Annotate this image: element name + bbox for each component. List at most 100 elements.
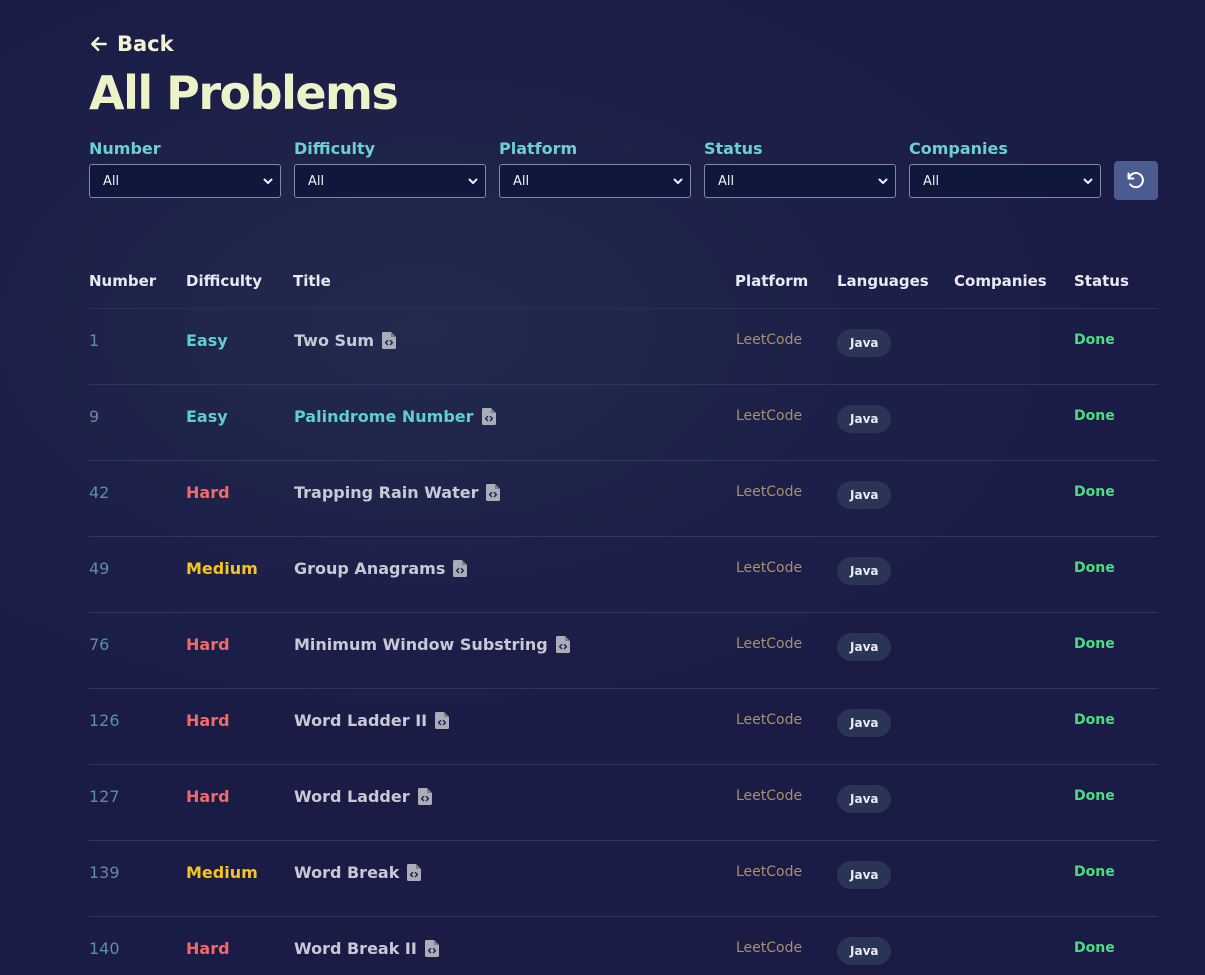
status-label: Done [1074,636,1115,652]
file-code-icon [486,484,501,501]
file-code-icon [407,864,422,881]
page-title: All Problems [89,66,399,120]
platform-label: LeetCode [736,712,803,728]
header-status[interactable]: Status [1074,272,1129,290]
header-difficulty[interactable]: Difficulty [186,272,262,290]
filter-companies-value: All [923,173,940,189]
file-code-icon [481,408,496,425]
chevron-down-icon [1083,178,1093,184]
file-code-icon [424,940,439,957]
filter-platform-value: All [513,173,530,189]
problem-title-link[interactable]: Trapping Rain Water [294,483,501,502]
filter-status-label: Status [704,139,763,158]
language-badge: Java [837,557,892,585]
language-badge: Java [837,405,892,433]
problem-number: 9 [89,407,100,426]
language-badge: Java [837,481,892,509]
platform-label: LeetCode [736,636,803,652]
arrow-left-icon [91,36,107,52]
header-number[interactable]: Number [89,272,156,290]
problem-title-link[interactable]: Two Sum [294,331,397,350]
problem-title-link[interactable]: Minimum Window Substring [294,635,570,654]
page: Back All Problems Number All Difficulty … [0,0,1205,975]
header-languages[interactable]: Languages [837,272,929,290]
problem-title-link[interactable]: Word Break II [294,939,439,958]
filter-difficulty: Difficulty All [294,138,486,198]
problem-number: 140 [89,939,120,958]
back-label: Back [117,32,174,56]
chevron-down-icon [673,178,683,184]
table-row[interactable]: 140 Hard Word Break II LeetCode Java Done [89,917,1158,975]
problem-title-link[interactable]: Word Ladder [294,787,432,806]
platform-label: LeetCode [736,788,803,804]
table-header: Number Difficulty Title Platform Languag… [89,262,1158,309]
file-code-icon [382,332,397,349]
problem-number: 49 [89,559,110,578]
header-platform[interactable]: Platform [735,272,808,290]
language-badge: Java [837,785,892,813]
problem-title-link[interactable]: Palindrome Number [294,407,496,426]
header-companies[interactable]: Companies [954,272,1047,290]
difficulty-label: Hard [186,635,230,654]
filter-companies-select[interactable]: All [909,164,1101,198]
problem-title: Minimum Window Substring [294,635,548,654]
filter-number: Number All [89,138,281,198]
problem-title: Word Break [294,863,400,882]
filter-companies: Companies All [909,138,1101,198]
table-row[interactable]: 9 Easy Palindrome Number LeetCode Java Done [89,385,1158,461]
language-badge: Java [837,633,892,661]
reset-filters-button[interactable] [1114,161,1158,200]
difficulty-label: Medium [186,559,258,578]
filter-platform-select[interactable]: All [499,164,691,198]
problem-number: 42 [89,483,110,502]
status-label: Done [1074,788,1115,804]
filter-number-select[interactable]: All [89,164,281,198]
problems-table: Number Difficulty Title Platform Languag… [89,262,1158,975]
table-row[interactable]: 127 Hard Word Ladder LeetCode Java Done [89,765,1158,841]
problem-number: 1 [89,331,100,350]
problem-title-link[interactable]: Word Break [294,863,422,882]
header-title[interactable]: Title [293,272,331,290]
language-badge: Java [837,861,892,889]
status-label: Done [1074,864,1115,880]
difficulty-label: Hard [186,483,230,502]
problem-title-link[interactable]: Group Anagrams [294,559,468,578]
language-badge: Java [837,709,892,737]
problem-title: Word Break II [294,939,417,958]
back-link[interactable]: Back [89,32,174,56]
file-code-icon [417,788,432,805]
platform-label: LeetCode [736,560,803,576]
filter-status-select[interactable]: All [704,164,896,198]
filter-difficulty-select[interactable]: All [294,164,486,198]
problem-title-link[interactable]: Word Ladder II [294,711,450,730]
status-label: Done [1074,332,1115,348]
problem-number: 76 [89,635,110,654]
platform-label: LeetCode [736,408,803,424]
filter-companies-label: Companies [909,139,1008,158]
difficulty-label: Hard [186,939,230,958]
platform-label: LeetCode [736,332,803,348]
filter-number-label: Number [89,139,161,158]
problem-title: Word Ladder [294,787,410,806]
table-row[interactable]: 126 Hard Word Ladder II LeetCode Java Done [89,689,1158,765]
table-row[interactable]: 42 Hard Trapping Rain Water LeetCode Java Don… [89,461,1158,537]
difficulty-label: Easy [186,331,228,350]
filter-status-value: All [718,173,735,189]
table-row[interactable]: 49 Medium Group Anagrams LeetCode Java Done [89,537,1158,613]
filter-status: Status All [704,138,896,198]
chevron-down-icon [263,178,273,184]
status-label: Done [1074,408,1115,424]
problem-title: Trapping Rain Water [294,483,479,502]
filter-difficulty-value: All [308,173,325,189]
status-label: Done [1074,560,1115,576]
table-row[interactable]: 1 Easy Two Sum LeetCode Java Done [89,309,1158,385]
chevron-down-icon [468,178,478,184]
platform-label: LeetCode [736,484,803,500]
file-code-icon [435,712,450,729]
table-row[interactable]: 76 Hard Minimum Window Substring LeetCode Ja… [89,613,1158,689]
filter-platform-label: Platform [499,139,578,158]
status-label: Done [1074,712,1115,728]
table-row[interactable]: 139 Medium Word Break LeetCode Java Done [89,841,1158,917]
filter-difficulty-label: Difficulty [294,139,376,158]
filter-number-value: All [103,173,120,189]
